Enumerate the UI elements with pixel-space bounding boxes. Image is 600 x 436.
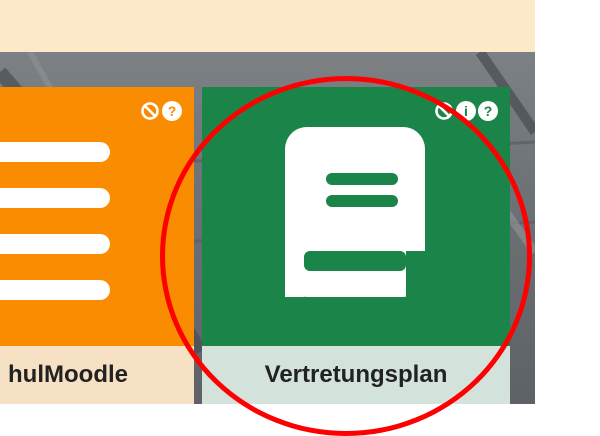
tile-corner-icons: ? [140, 101, 182, 121]
block-icon[interactable] [140, 101, 160, 121]
tile-label: hulMoodle [8, 361, 128, 388]
page-margin [535, 0, 600, 404]
menu-icon [0, 142, 110, 326]
help-icon[interactable]: ? [162, 101, 182, 121]
help-glyph: ? [167, 103, 177, 119]
highlight-circle [160, 76, 532, 436]
help-glyph: ? [483, 103, 493, 119]
help-icon[interactable]: ? [478, 101, 498, 121]
tile-label-bar: hulMoodle [0, 346, 194, 404]
top-banner [0, 0, 535, 52]
